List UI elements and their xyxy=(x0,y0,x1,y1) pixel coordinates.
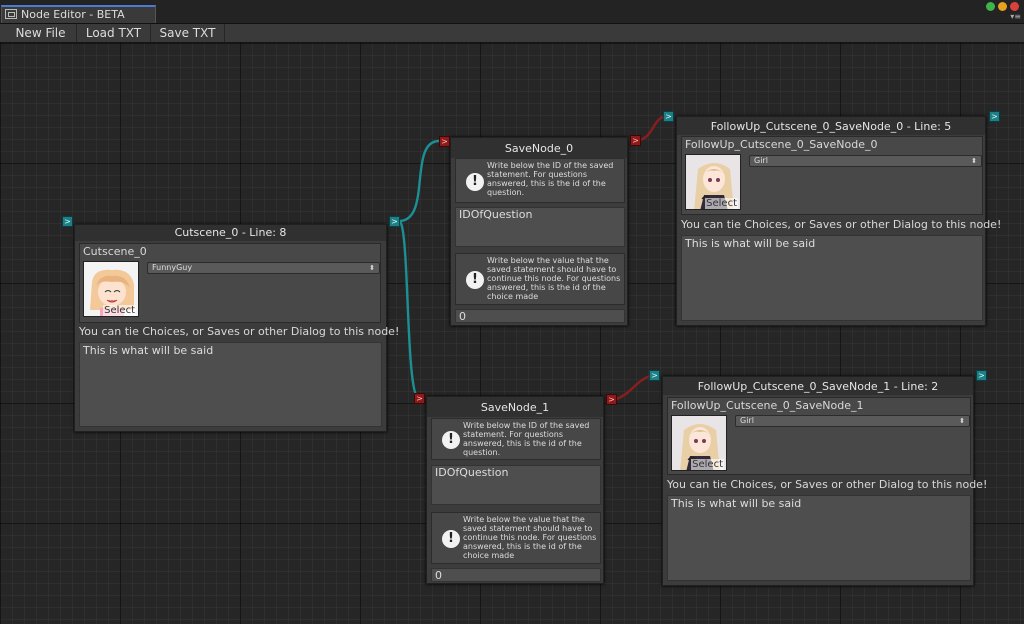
cutscene-output-port[interactable]: > xyxy=(389,216,400,227)
followup-0-select-label[interactable]: Select xyxy=(705,198,738,209)
save-node-0-id-field[interactable]: IDOfQuestion xyxy=(455,207,625,247)
followup-1-select-label[interactable]: Select xyxy=(691,459,724,470)
cutscene-avatar[interactable]: Select xyxy=(83,261,139,317)
cutscene-name-label[interactable]: Cutscene_0 xyxy=(83,245,147,258)
followup-0-character-dropdown[interactable]: Girl ⬍ xyxy=(749,155,982,167)
followup-0-character-value: Girl xyxy=(754,156,768,165)
save-node-0-value-info: ! Write below the value that the saved s… xyxy=(455,253,625,305)
followup-node-1[interactable]: FollowUp_Cutscene_0_SaveNode_1 - Line: 2… xyxy=(662,376,987,586)
save-node-1-value-info-text: Write below the value that the saved sta… xyxy=(463,515,597,560)
followup-0-dialog-area[interactable]: This is what will be said xyxy=(681,235,983,321)
save-node-0[interactable]: SaveNode_0 ! Write below the ID of the s… xyxy=(450,137,628,326)
followup-0-name-label[interactable]: FollowUp_Cutscene_0_SaveNode_0 xyxy=(685,138,878,151)
followup-1-hint-text: You can tie Choices, or Saves or other D… xyxy=(667,478,988,491)
followup-1-input-port[interactable]: > xyxy=(649,370,660,381)
cutscene-select-label[interactable]: Select xyxy=(103,305,136,316)
followup-0-character-box: FollowUp_Cutscene_0_SaveNode_0 Select Gi… xyxy=(681,136,983,215)
followup-1-character-value: Girl xyxy=(740,416,754,425)
save-node-1-title[interactable]: SaveNode_1 xyxy=(427,397,603,417)
save-node-1-output-port[interactable]: > xyxy=(606,394,617,405)
followup-0-output-port[interactable]: > xyxy=(989,111,1000,122)
save-node-0-output-port[interactable]: > xyxy=(630,135,641,146)
save-node-1-value-info: ! Write below the value that the saved s… xyxy=(431,512,601,564)
followup-1-character-dropdown[interactable]: Girl ⬍ xyxy=(735,415,970,427)
followup-1-dialog-area[interactable]: This is what will be said xyxy=(667,495,971,581)
cutscene-character-dropdown[interactable]: FunnyGuy ⬍ xyxy=(147,262,380,274)
cutscene-character-value: FunnyGuy xyxy=(152,263,193,272)
save-node-1-value-field[interactable]: 0 xyxy=(431,568,601,582)
wire-cutscene-to-savenode0[interactable] xyxy=(398,139,440,223)
followup-0-avatar[interactable]: Select xyxy=(685,154,741,210)
cutscene-input-port[interactable]: > xyxy=(62,216,73,227)
exclamation-icon: ! xyxy=(442,530,460,548)
cutscene-node[interactable]: Cutscene_0 - Line: 8 Cutscene_0 Select F… xyxy=(74,224,399,432)
save-node-1-id-info-text: Write below the ID of the saved statemen… xyxy=(463,421,590,457)
followup-1-avatar[interactable]: Select xyxy=(671,415,727,471)
followup-node-0[interactable]: FollowUp_Cutscene_0_SaveNode_0 - Line: 5… xyxy=(676,116,1001,326)
exclamation-icon: ! xyxy=(466,173,484,191)
cutscene-node-title[interactable]: Cutscene_0 - Line: 8 xyxy=(75,225,386,241)
exclamation-icon: ! xyxy=(466,271,484,289)
wire-cutscene-to-savenode1[interactable] xyxy=(397,219,421,400)
exclamation-icon: ! xyxy=(442,431,460,449)
updown-arrows-icon: ⬍ xyxy=(369,264,375,272)
followup-node-0-title[interactable]: FollowUp_Cutscene_0_SaveNode_0 - Line: 5 xyxy=(677,117,985,135)
updown-arrows-icon: ⬍ xyxy=(971,157,977,165)
cutscene-dialog-area[interactable]: This is what will be said xyxy=(79,342,382,427)
cutscene-character-box: Cutscene_0 Select FunnyGuy ⬍ xyxy=(79,243,381,323)
save-node-0-id-info-text: Write below the ID of the saved statemen… xyxy=(487,161,614,197)
cutscene-hint-text: You can tie Choices, or Saves or other D… xyxy=(79,325,400,338)
save-node-1-input-port[interactable]: > xyxy=(414,393,425,404)
save-node-1[interactable]: SaveNode_1 ! Write below the ID of the s… xyxy=(426,396,604,584)
followup-1-name-label[interactable]: FollowUp_Cutscene_0_SaveNode_1 xyxy=(671,399,864,412)
followup-0-input-port[interactable]: > xyxy=(663,111,674,122)
followup-1-output-port[interactable]: > xyxy=(976,370,987,381)
followup-node-1-title[interactable]: FollowUp_Cutscene_0_SaveNode_1 - Line: 2 xyxy=(663,377,973,395)
updown-arrows-icon: ⬍ xyxy=(959,417,965,425)
followup-1-character-box: FollowUp_Cutscene_0_SaveNode_1 Select Gi… xyxy=(667,397,971,475)
save-node-0-title[interactable]: SaveNode_0 xyxy=(451,138,627,158)
save-node-0-input-port[interactable]: > xyxy=(439,136,450,147)
save-node-0-value-info-text: Write below the value that the saved sta… xyxy=(487,256,621,301)
save-node-0-id-info: ! Write below the ID of the saved statem… xyxy=(455,158,625,203)
save-node-0-value-field[interactable]: 0 xyxy=(455,309,625,323)
followup-0-hint-text: You can tie Choices, or Saves or other D… xyxy=(681,218,1002,231)
save-node-1-id-field[interactable]: IDOfQuestion xyxy=(431,465,601,505)
save-node-1-id-info: ! Write below the ID of the saved statem… xyxy=(431,418,601,460)
